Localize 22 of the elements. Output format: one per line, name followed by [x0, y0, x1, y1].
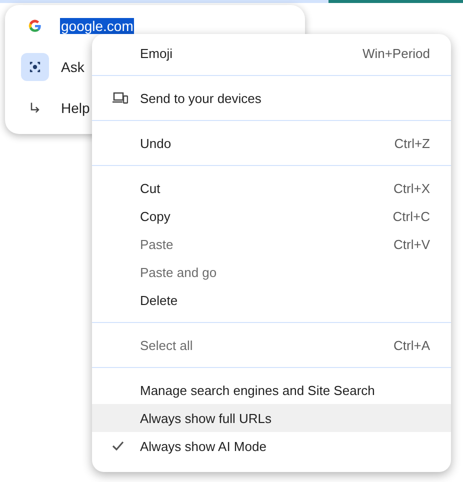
suggestion-text[interactable]: Ask	[60, 58, 86, 74]
menu-item[interactable]: Undo Ctrl+Z	[92, 129, 451, 157]
menu-item[interactable]: Copy Ctrl+C	[92, 202, 451, 230]
return-arrow-icon	[28, 100, 42, 114]
shortcut-text: Ctrl+X	[394, 180, 430, 196]
shortcut-text: Ctrl+Z	[394, 136, 430, 150]
menu-item[interactable]: Emoji Win+Period	[92, 39, 451, 67]
shortcut-text: Win+Period	[362, 46, 430, 60]
suggestion-text[interactable]: Help	[60, 100, 91, 116]
shortcut-text: Ctrl+A	[394, 338, 430, 352]
shortcut-text: Ctrl+V	[394, 236, 430, 252]
menu-item[interactable]: Cut Ctrl+X	[92, 174, 451, 202]
menu-item[interactable]: Always show full URLs	[92, 404, 451, 432]
menu-item[interactable]: Always show AI Mode	[92, 432, 451, 460]
devices-icon	[112, 92, 128, 104]
camera-lens-icon	[28, 60, 42, 74]
menu-item[interactable]: Manage search engines and Site Search	[92, 376, 451, 404]
suggestion-text[interactable]: google.com	[60, 18, 134, 34]
menu-item[interactable]: Delete	[92, 286, 451, 314]
shortcut-text: Ctrl+C	[392, 208, 430, 224]
menu-item[interactable]: Send to your devices	[92, 84, 451, 112]
google-g-icon	[28, 18, 42, 32]
